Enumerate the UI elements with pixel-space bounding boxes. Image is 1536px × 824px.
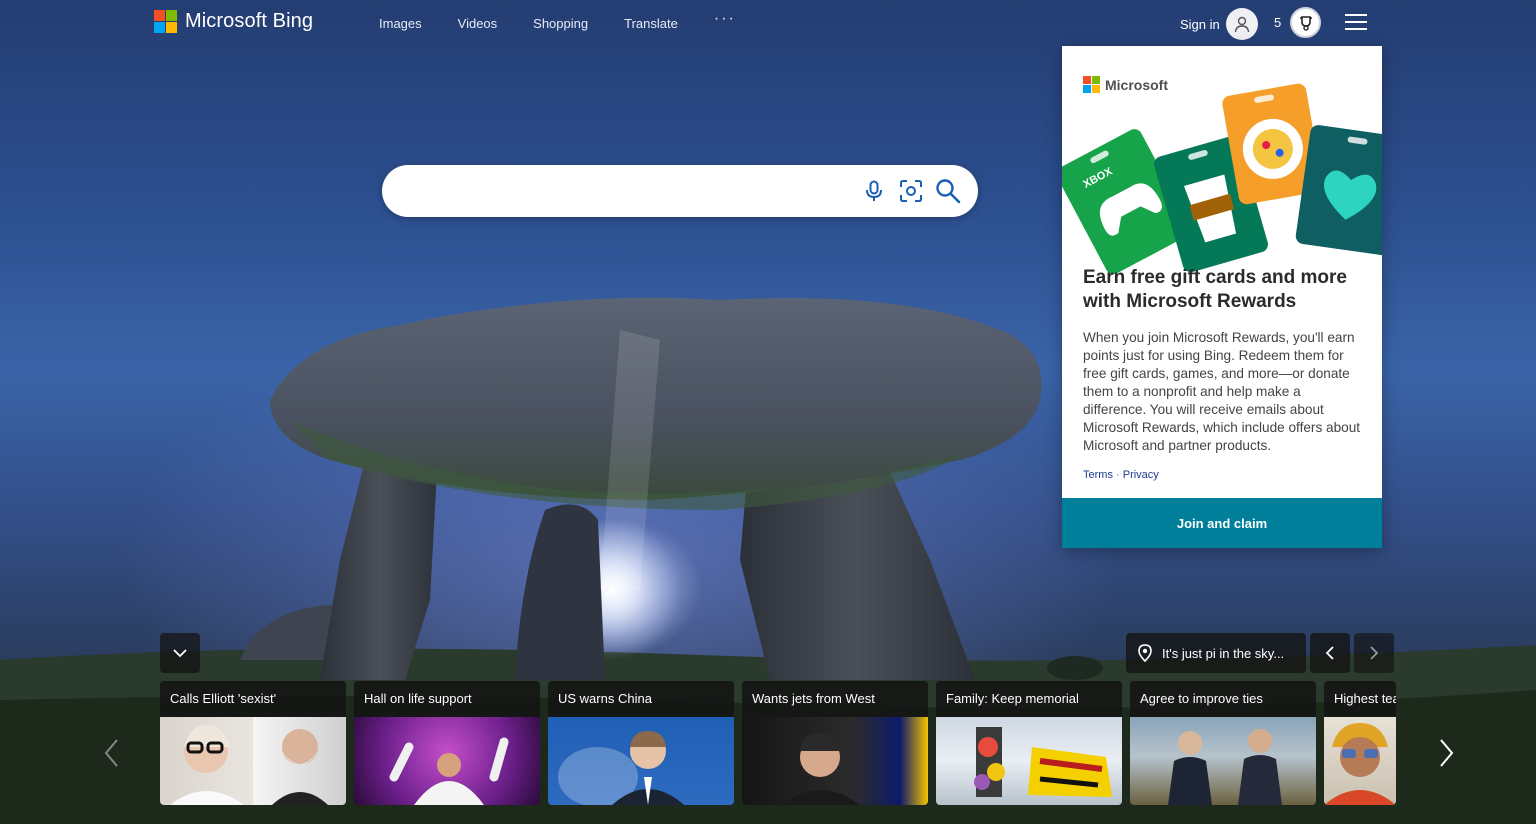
- rewards-description: When you join Microsoft Rewards, you'll …: [1083, 330, 1361, 453]
- search-input[interactable]: [406, 179, 866, 203]
- news-card-image: [1130, 717, 1316, 805]
- news-card-title: Highest tea: [1324, 681, 1396, 717]
- search-box: [382, 165, 978, 217]
- news-card-title: Hall on life support: [354, 681, 540, 717]
- news-card[interactable]: Hall on life support: [354, 681, 540, 805]
- image-info-button[interactable]: It's just pi in the sky...: [1126, 633, 1306, 673]
- rewards-trophy-icon[interactable]: [1290, 7, 1321, 38]
- rewards-legal-links: Terms · Privacy: [1083, 469, 1159, 481]
- news-card-image: [548, 717, 734, 805]
- news-card[interactable]: Agree to improve ties: [1130, 681, 1316, 805]
- rewards-title: Earn free gift cards and more with Micro…: [1083, 267, 1347, 312]
- previous-image-button[interactable]: [1310, 633, 1350, 673]
- top-header: Microsoft Bing Images Videos Shopping Tr…: [0, 0, 1536, 46]
- privacy-link[interactable]: Privacy: [1123, 469, 1159, 481]
- news-card-title: Wants jets from West: [742, 681, 928, 717]
- news-card-title: Calls Elliott 'sexist': [160, 681, 346, 717]
- news-card[interactable]: US warns China: [548, 681, 734, 805]
- chevron-left-icon: [104, 739, 118, 767]
- news-carousel: Calls Elliott 'sexist' Hall on life supp…: [160, 681, 1396, 805]
- chevron-left-icon: [1325, 646, 1334, 660]
- chevron-down-icon: [173, 649, 187, 658]
- sign-in-label: Sign in: [1180, 16, 1220, 32]
- news-card[interactable]: Wants jets from West: [742, 681, 928, 805]
- microsoft-logo-icon: [1083, 76, 1100, 93]
- nav-shopping[interactable]: Shopping: [533, 16, 588, 34]
- link-separator: ·: [1112, 469, 1123, 481]
- bing-logo[interactable]: Microsoft Bing: [154, 10, 313, 33]
- news-card-image: [160, 717, 346, 805]
- news-card[interactable]: Family: Keep memorial: [936, 681, 1122, 805]
- rewards-promo-card: XBOX Microsoft Earn free gift cards and …: [1062, 46, 1382, 548]
- chevron-right-icon: [1440, 739, 1454, 767]
- carousel-next-button[interactable]: [1432, 735, 1462, 771]
- news-card-title: US warns China: [548, 681, 734, 717]
- microsoft-brand: Microsoft: [1083, 76, 1168, 93]
- nav-more-button[interactable]: ···: [714, 10, 736, 28]
- collapse-feed-button[interactable]: [160, 633, 200, 673]
- top-nav: Images Videos Shopping Translate ···: [379, 10, 736, 34]
- logo-text: Microsoft Bing: [185, 10, 314, 32]
- microsoft-logo-text: Microsoft: [1105, 76, 1168, 93]
- join-and-claim-button[interactable]: Join and claim: [1062, 498, 1382, 548]
- news-card[interactable]: Highest tea: [1324, 681, 1396, 805]
- terms-link[interactable]: Terms: [1083, 469, 1113, 481]
- menu-icon[interactable]: [1345, 14, 1367, 30]
- rewards-points[interactable]: 5: [1274, 15, 1281, 30]
- gift-cards-illustration: XBOX: [1062, 83, 1382, 274]
- news-card-image: [936, 717, 1122, 805]
- nav-videos[interactable]: Videos: [458, 16, 498, 34]
- microsoft-logo-icon: [154, 10, 177, 33]
- search-icon[interactable]: [935, 178, 961, 204]
- visual-search-icon[interactable]: [898, 178, 924, 204]
- news-card-image: [1324, 717, 1396, 805]
- nav-translate[interactable]: Translate: [624, 16, 678, 34]
- chevron-right-icon: [1370, 646, 1379, 660]
- sign-in-button[interactable]: Sign in: [1180, 8, 1258, 40]
- news-card-image: [354, 717, 540, 805]
- avatar-icon: [1225, 8, 1258, 40]
- news-card-title: Agree to improve ties: [1130, 681, 1316, 717]
- image-info-label: It's just pi in the sky...: [1162, 645, 1285, 661]
- next-image-button[interactable]: [1354, 633, 1394, 673]
- location-pin-icon: [1138, 644, 1152, 662]
- news-card[interactable]: Calls Elliott 'sexist': [160, 681, 346, 805]
- carousel-prev-button[interactable]: [96, 735, 126, 771]
- microphone-icon[interactable]: [861, 178, 887, 204]
- news-card-image: [742, 717, 928, 805]
- nav-images[interactable]: Images: [379, 16, 422, 34]
- news-card-title: Family: Keep memorial: [936, 681, 1122, 717]
